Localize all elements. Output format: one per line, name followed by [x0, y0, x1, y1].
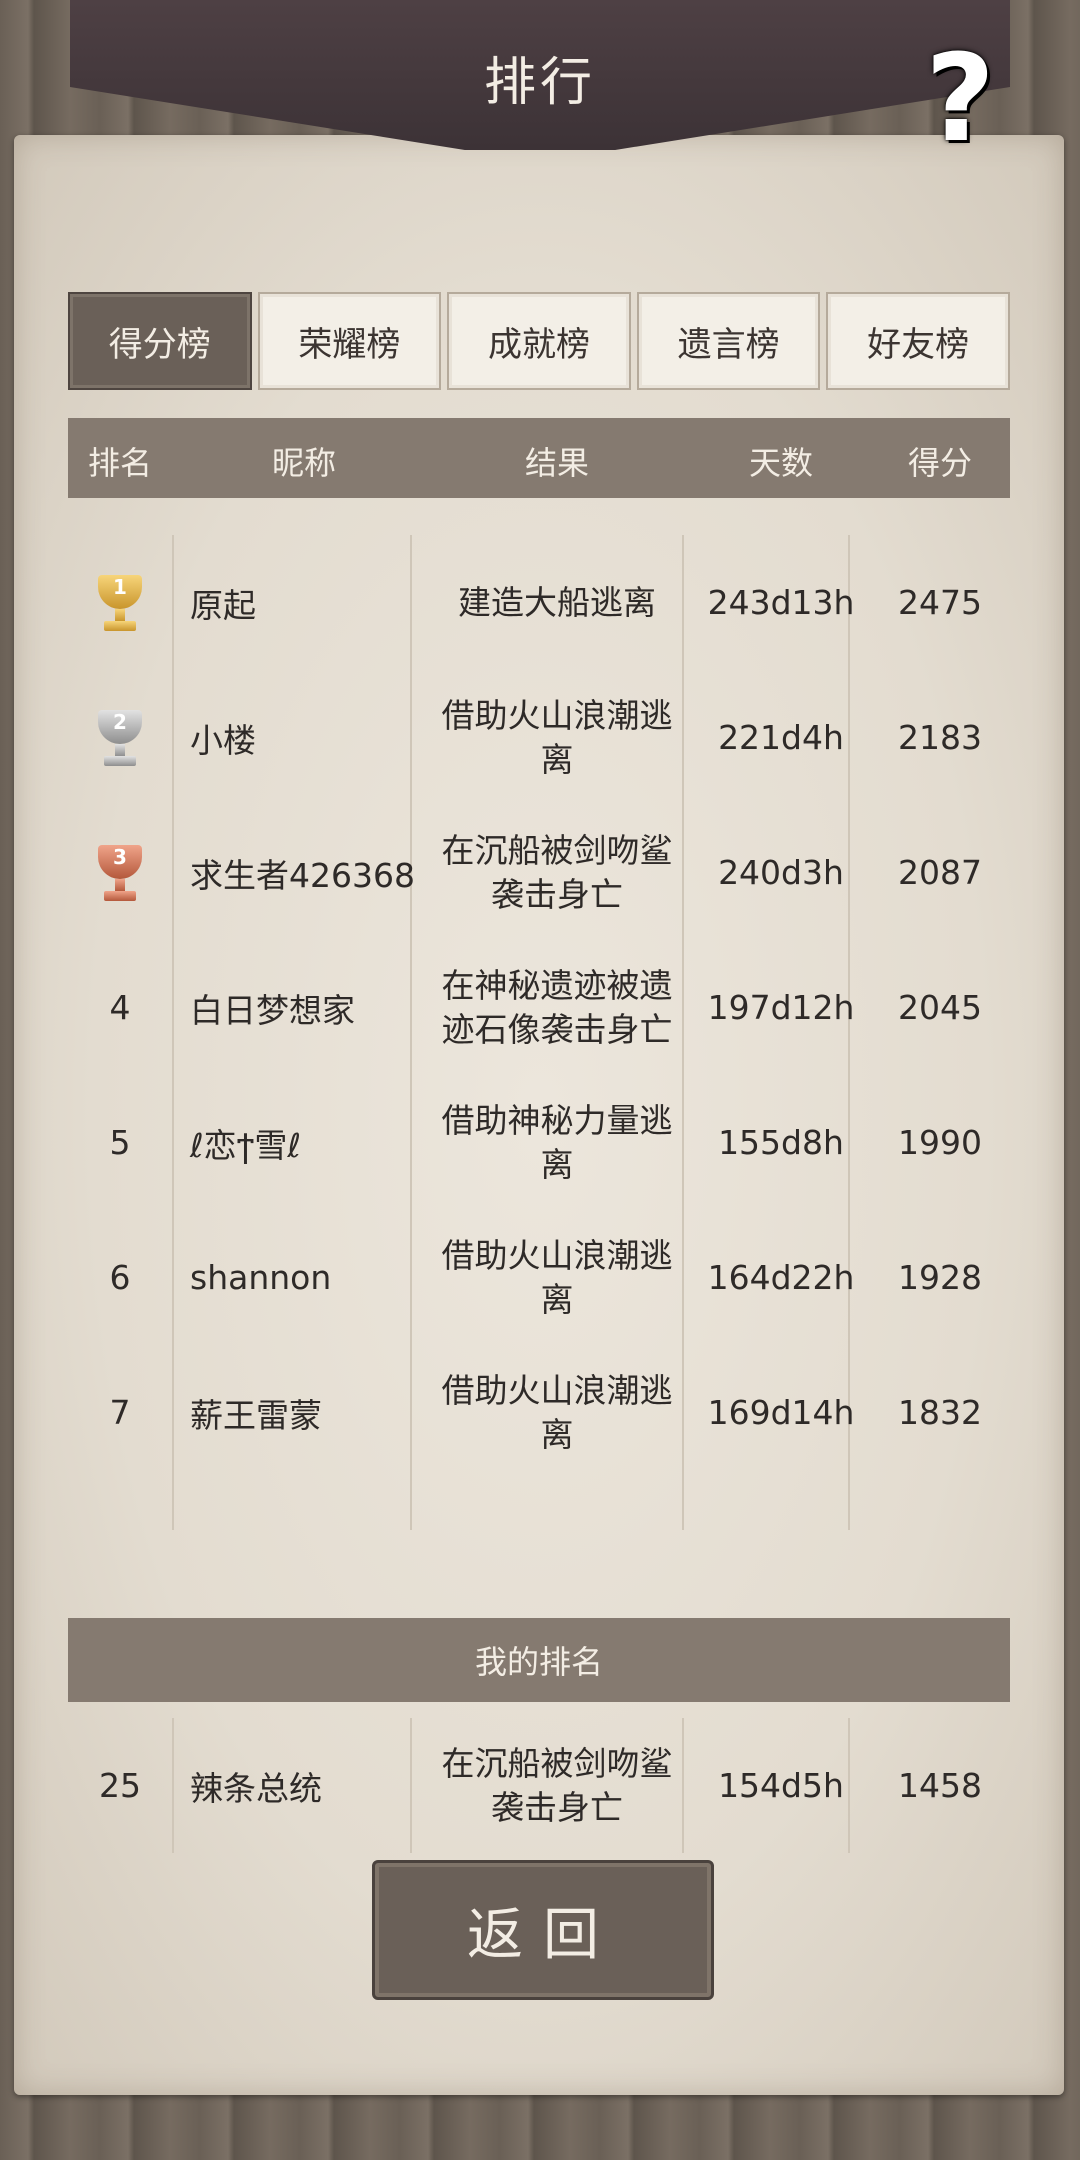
tab-honor[interactable]: 荣耀榜 — [257, 292, 442, 390]
rank-number: 4 — [109, 988, 131, 1027]
player-name: 辣条总统 — [190, 1768, 322, 1808]
table-row: 7 薪王雷蒙 借助火山浪潮逃离 169d14h 1832 — [68, 1345, 1010, 1480]
days-value — [692, 1480, 870, 1530]
score-value: 2183 — [898, 718, 982, 757]
table-row: 2 小楼 借助火山浪潮逃离 221d4h 2183 — [68, 670, 1010, 805]
header-name: 昵称 — [272, 444, 337, 482]
result-text: 借助火山浪潮逃离 — [441, 1370, 673, 1454]
player-name: 求生者426368 — [190, 855, 415, 895]
days-value: 164d22h — [707, 1258, 855, 1297]
result-text: 建造大船逃离 — [458, 582, 656, 622]
help-icon[interactable]: ? — [910, 40, 1010, 160]
table-row: 6 shannon 借助火山浪潮逃离 164d22h 1928 — [68, 1210, 1010, 1345]
rank-number: 5 — [109, 1123, 131, 1162]
score-value: 1990 — [898, 1123, 982, 1162]
player-name: 小楼 — [190, 720, 256, 760]
my-rank-header: 我的排名 — [68, 1618, 1010, 1702]
leaderboard-tabs: 得分榜 荣耀榜 成就榜 遗言榜 好友榜 — [68, 292, 1010, 390]
player-name — [172, 1480, 422, 1530]
table-row: 4 白日梦想家 在神秘遗迹被遗迹石像袭击身亡 197d12h 2045 — [68, 940, 1010, 1075]
tab-last-words[interactable]: 遗言榜 — [636, 292, 821, 390]
tab-friends[interactable]: 好友榜 — [826, 292, 1010, 390]
result-text: 借助神秘力量逃离 — [441, 1100, 673, 1184]
score-value: 1458 — [898, 1766, 982, 1805]
table-row: 建造大船逃离 — [68, 1480, 1010, 1531]
score-value: 1832 — [898, 1393, 982, 1432]
player-name: 白日梦想家 — [190, 990, 355, 1030]
rank-number — [68, 1480, 172, 1530]
header-rank: 排名 — [87, 444, 152, 482]
days-value: 154d5h — [718, 1766, 844, 1805]
rank-number: 6 — [109, 1258, 131, 1297]
result-text: 借助火山浪潮逃离 — [441, 695, 673, 779]
table-row: 3 求生者426368 在沉船被剑吻鲨袭击身亡 240d3h 2087 — [68, 805, 1010, 940]
my-rank-row: 25 辣条总统 在沉船被剑吻鲨袭击身亡 154d5h 1458 — [68, 1718, 1010, 1853]
rank-number: 25 — [99, 1766, 141, 1805]
tab-achievement[interactable]: 成就榜 — [447, 292, 631, 390]
days-value: 197d12h — [707, 988, 855, 1027]
player-name: shannon — [190, 1258, 332, 1297]
score-value: 2087 — [898, 853, 982, 892]
silver-trophy-icon: 2 — [90, 708, 150, 768]
score-value: 2045 — [898, 988, 982, 1027]
result-text: 借助火山浪潮逃离 — [441, 1235, 673, 1319]
title-banner: 排行 — [70, 0, 1010, 150]
days-value: 243d13h — [707, 583, 855, 622]
table-row: 5 ℓ恋ϯ雪ℓ 借助神秘力量逃离 155d8h 1990 — [68, 1075, 1010, 1210]
player-name: 原起 — [190, 585, 256, 625]
leaderboard-list[interactable]: 1 原起 建造大船逃离 243d13h 2475 2 小楼 借助火山浪潮逃离 2… — [68, 535, 1010, 1530]
back-button[interactable]: 返回 — [372, 1860, 714, 2000]
page-title: 排行 — [483, 53, 596, 113]
table-row: 1 原起 建造大船逃离 243d13h 2475 — [68, 535, 1010, 670]
score-value: 1928 — [898, 1258, 982, 1297]
player-name: ℓ恋ϯ雪ℓ — [190, 1125, 301, 1165]
header-days: 天数 — [748, 444, 813, 482]
days-value: 155d8h — [718, 1123, 844, 1162]
header-score: 得分 — [907, 444, 972, 482]
days-value: 240d3h — [718, 853, 844, 892]
score-value — [870, 1480, 1010, 1530]
result-text: 建造大船逃离 — [422, 1480, 692, 1531]
days-value: 169d14h — [707, 1393, 855, 1432]
result-text: 在沉船被剑吻鲨袭击身亡 — [441, 1743, 673, 1827]
score-value: 2475 — [898, 583, 982, 622]
table-header: 排名 昵称 结果 天数 得分 — [68, 418, 1010, 498]
rank-number: 7 — [109, 1393, 131, 1432]
days-value: 221d4h — [718, 718, 844, 757]
tab-score[interactable]: 得分榜 — [68, 292, 252, 390]
bronze-trophy-icon: 3 — [90, 843, 150, 903]
gold-trophy-icon: 1 — [90, 573, 150, 633]
result-text: 在神秘遗迹被遗迹石像袭击身亡 — [441, 965, 673, 1049]
player-name: 薪王雷蒙 — [190, 1395, 322, 1435]
result-text: 在沉船被剑吻鲨袭击身亡 — [441, 830, 673, 914]
header-result: 结果 — [524, 444, 589, 482]
